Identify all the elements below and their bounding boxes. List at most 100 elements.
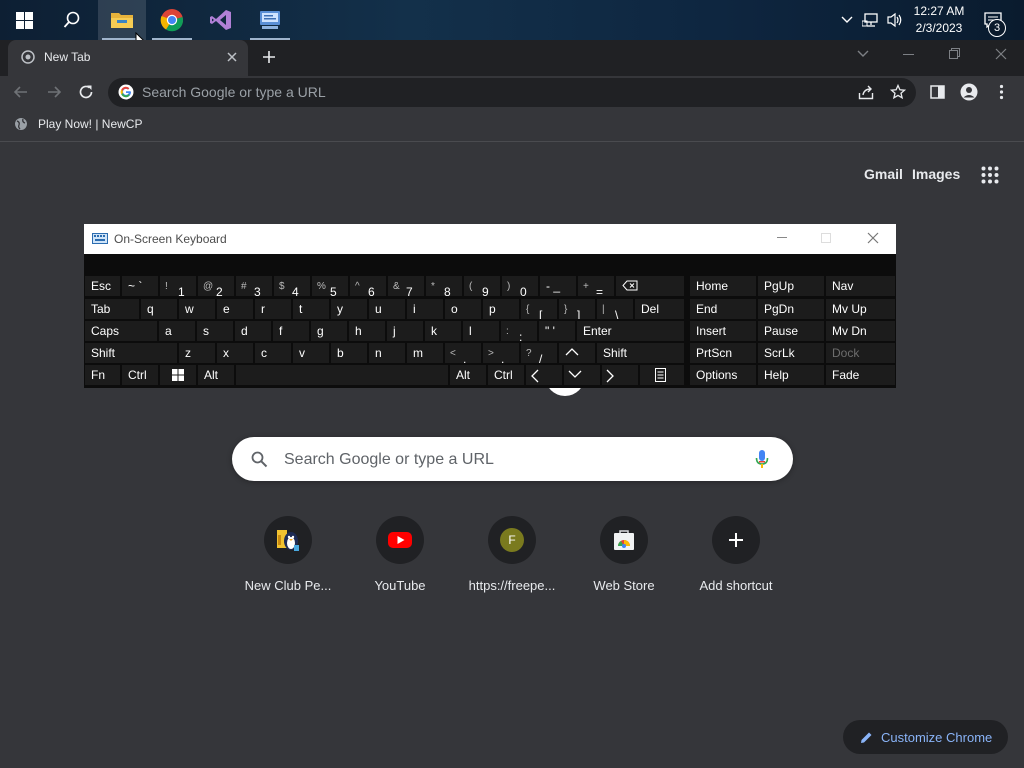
key-4[interactable]: $4 bbox=[274, 276, 310, 296]
key-f[interactable]: f bbox=[273, 321, 309, 341]
key-esc[interactable]: Esc bbox=[85, 276, 120, 296]
key-prtscn[interactable]: PrtScn bbox=[690, 343, 756, 363]
key-o[interactable]: o bbox=[445, 299, 481, 319]
key-right-bracket[interactable]: }] bbox=[559, 299, 595, 319]
key-m[interactable]: m bbox=[407, 343, 443, 363]
key-options[interactable]: Options bbox=[690, 365, 756, 385]
key-right-arrow[interactable] bbox=[602, 365, 638, 385]
key-mv-dn[interactable]: Mv Dn bbox=[826, 321, 895, 341]
key-s[interactable]: s bbox=[197, 321, 233, 341]
images-link[interactable]: Images bbox=[912, 166, 960, 182]
key-5[interactable]: % 5 bbox=[312, 276, 348, 296]
key-left-bracket[interactable]: {[ bbox=[521, 299, 557, 319]
key-ctrl-left[interactable]: Ctrl bbox=[122, 365, 158, 385]
key-h[interactable]: h bbox=[349, 321, 385, 341]
key-backslash[interactable]: | \ bbox=[597, 299, 633, 319]
tab-search-chevron-icon[interactable] bbox=[857, 50, 869, 58]
key-t[interactable]: t bbox=[293, 299, 329, 319]
key-enter[interactable]: Enter bbox=[577, 321, 684, 341]
visual-studio-button[interactable] bbox=[197, 0, 245, 40]
key-j[interactable]: j bbox=[387, 321, 423, 341]
control-panel-button[interactable] bbox=[246, 0, 294, 40]
key-n[interactable]: n bbox=[369, 343, 405, 363]
key-x[interactable]: x bbox=[217, 343, 253, 363]
side-panel-icon[interactable] bbox=[930, 85, 945, 99]
apps-grid-icon[interactable] bbox=[981, 166, 999, 184]
key-del[interactable]: Del bbox=[635, 299, 684, 319]
show-hidden-icons-button[interactable] bbox=[838, 0, 856, 40]
key-i[interactable]: i bbox=[407, 299, 443, 319]
key-9[interactable]: (9 bbox=[464, 276, 500, 296]
key-r[interactable]: r bbox=[255, 299, 291, 319]
key-left-arrow[interactable] bbox=[526, 365, 562, 385]
tab-close-icon[interactable] bbox=[227, 52, 237, 62]
key-tilde[interactable]: ~ ` bbox=[122, 276, 158, 296]
key-mv-up[interactable]: Mv Up bbox=[826, 299, 895, 319]
chrome-taskbar-button[interactable] bbox=[148, 0, 196, 40]
key-k[interactable]: k bbox=[425, 321, 461, 341]
key-equals[interactable]: + = bbox=[578, 276, 614, 296]
shortcut-tile-freepe[interactable]: F https://freepe... bbox=[456, 516, 568, 600]
minimize-icon[interactable] bbox=[903, 54, 914, 56]
microphone-icon[interactable] bbox=[755, 449, 769, 469]
key-end[interactable]: End bbox=[690, 299, 756, 319]
window-close-icon[interactable] bbox=[995, 48, 1007, 60]
key-p[interactable]: p bbox=[483, 299, 519, 319]
taskbar-search-button[interactable] bbox=[48, 0, 96, 40]
key-7[interactable]: & 7 bbox=[388, 276, 424, 296]
key-semicolon[interactable]: :; bbox=[501, 321, 537, 341]
key-fn[interactable]: Fn bbox=[85, 365, 120, 385]
key-q[interactable]: q bbox=[141, 299, 177, 319]
key-8[interactable]: * 8 bbox=[426, 276, 462, 296]
key-6[interactable]: ^ 6 bbox=[350, 276, 386, 296]
key-quote[interactable]: " ' bbox=[539, 321, 575, 341]
osk-maximize-icon[interactable] bbox=[821, 233, 831, 243]
volume-button[interactable] bbox=[884, 0, 906, 40]
shortcut-tile-web-store[interactable]: Web Store bbox=[568, 516, 680, 600]
restore-icon[interactable] bbox=[949, 48, 960, 59]
start-button[interactable] bbox=[0, 0, 48, 40]
key-comma[interactable]: <, bbox=[445, 343, 481, 363]
key-d[interactable]: d bbox=[235, 321, 271, 341]
key-alt-right[interactable]: Alt bbox=[450, 365, 486, 385]
key-a[interactable]: a bbox=[159, 321, 195, 341]
key-menu[interactable] bbox=[640, 365, 684, 385]
key-w[interactable]: w bbox=[179, 299, 215, 319]
key-minus[interactable]: - _ bbox=[540, 276, 576, 296]
key-g[interactable]: g bbox=[311, 321, 347, 341]
key-tab[interactable]: Tab bbox=[85, 299, 139, 319]
key-3[interactable]: #3 bbox=[236, 276, 272, 296]
customize-chrome-button[interactable]: Customize Chrome bbox=[843, 720, 1008, 754]
key-insert[interactable]: Insert bbox=[690, 321, 756, 341]
share-icon[interactable] bbox=[858, 84, 874, 100]
key-2[interactable]: @2 bbox=[198, 276, 234, 296]
key-up-arrow[interactable] bbox=[559, 343, 595, 363]
key-b[interactable]: b bbox=[331, 343, 367, 363]
key-slash[interactable]: ? / bbox=[521, 343, 557, 363]
key-down-arrow[interactable] bbox=[564, 365, 600, 385]
forward-arrow-icon[interactable] bbox=[46, 84, 62, 100]
profile-avatar-icon[interactable] bbox=[960, 83, 978, 101]
key-nav[interactable]: Nav bbox=[826, 276, 895, 296]
key-help[interactable]: Help bbox=[758, 365, 824, 385]
key-1[interactable]: ! 1 bbox=[160, 276, 196, 296]
key-l[interactable]: l bbox=[463, 321, 499, 341]
reload-icon[interactable] bbox=[78, 84, 94, 100]
key-0[interactable]: ) 0 bbox=[502, 276, 538, 296]
key-shift-left[interactable]: Shift bbox=[85, 343, 177, 363]
bookmark-star-icon[interactable] bbox=[890, 84, 906, 100]
key-pgup[interactable]: PgUp bbox=[758, 276, 824, 296]
osk-minimize-icon[interactable] bbox=[777, 237, 787, 239]
key-scrlk[interactable]: ScrLk bbox=[758, 343, 824, 363]
key-ctrl-right[interactable]: Ctrl bbox=[488, 365, 524, 385]
shortcut-tile-new-club-penguin[interactable]: New Club Pe... bbox=[232, 516, 344, 600]
taskbar-clock[interactable]: 12:27 AM 2/3/2023 bbox=[908, 3, 970, 37]
key-pause[interactable]: Pause bbox=[758, 321, 824, 341]
key-period[interactable]: >. bbox=[483, 343, 519, 363]
gmail-link[interactable]: Gmail bbox=[864, 166, 903, 182]
key-pgdn[interactable]: PgDn bbox=[758, 299, 824, 319]
new-tab-plus-icon[interactable] bbox=[262, 50, 276, 64]
shortcut-tile-add-shortcut[interactable]: Add shortcut bbox=[680, 516, 792, 600]
more-menu-icon[interactable] bbox=[999, 84, 1004, 100]
key-u[interactable]: u bbox=[369, 299, 405, 319]
